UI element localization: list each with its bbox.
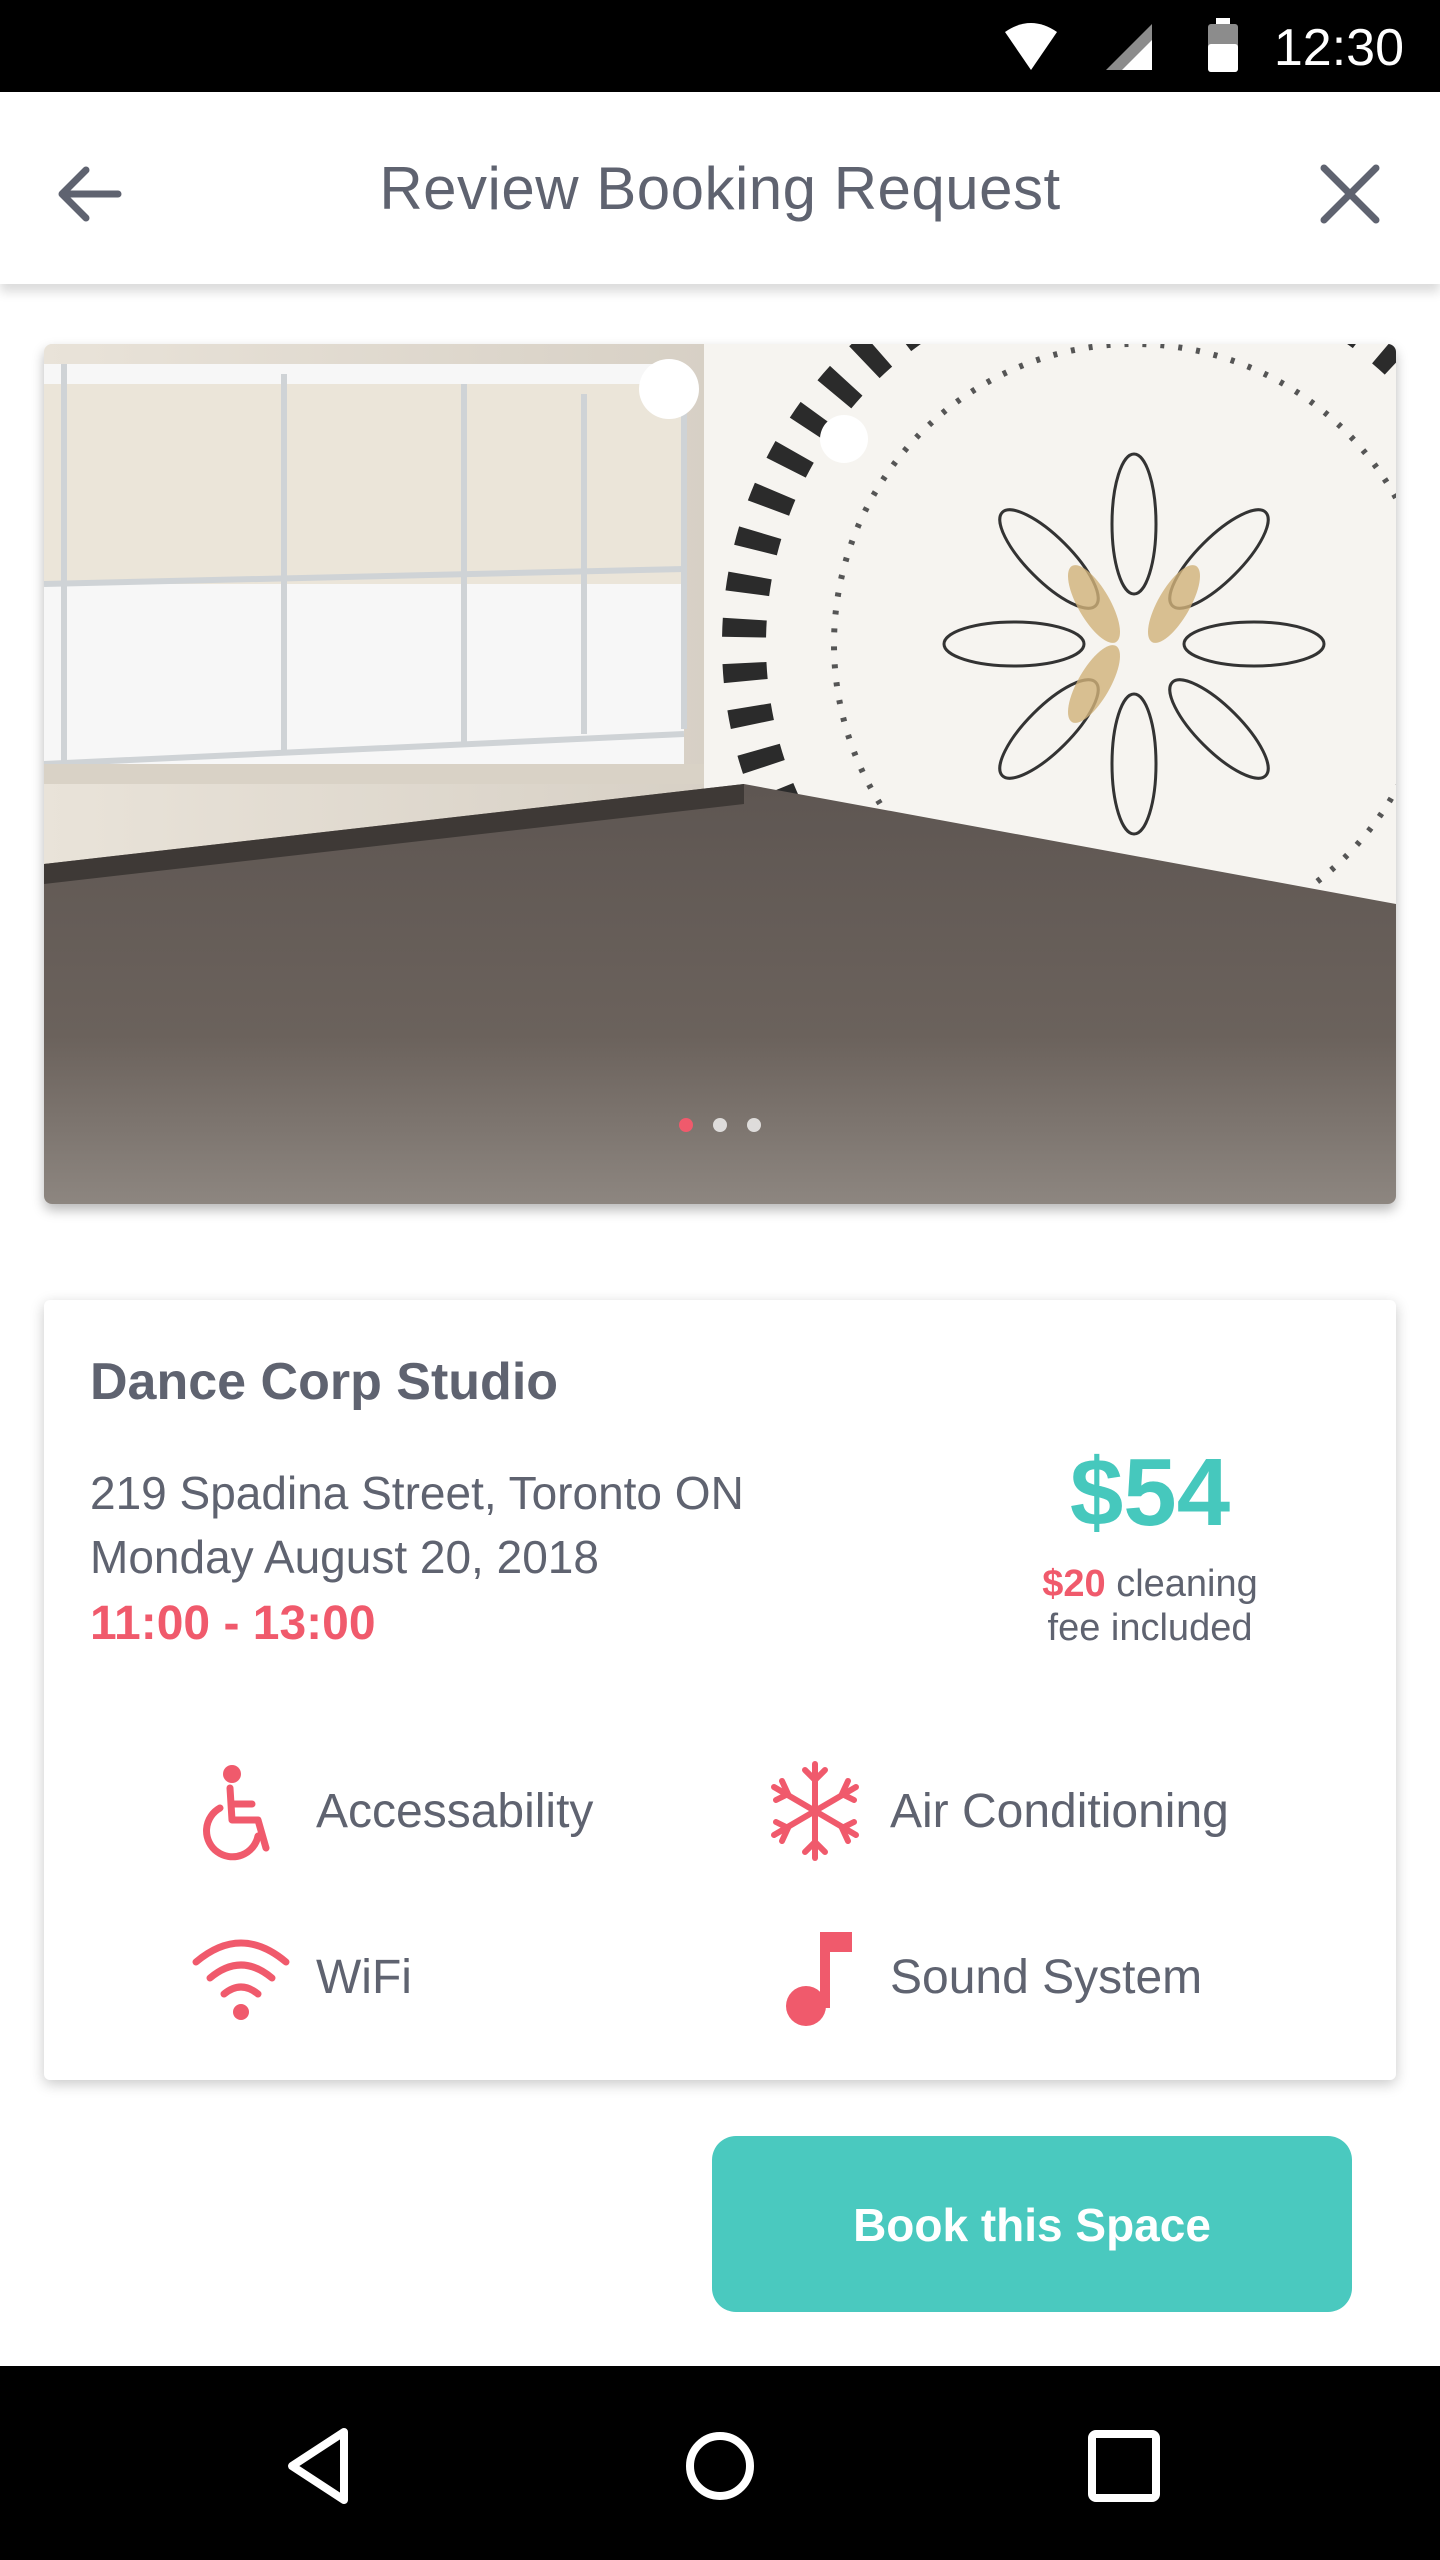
back-triangle-icon[interactable] xyxy=(272,2418,368,2514)
amenity-label: Accessability xyxy=(316,1785,594,1838)
status-time: 12:30 xyxy=(1273,19,1404,77)
amenity-wifi: WiFi xyxy=(186,1922,606,2032)
booking-details-card: Dance Corp Studio 219 Spadina Street, To… xyxy=(44,1300,1396,2080)
pager-dot[interactable] xyxy=(747,1118,761,1132)
cellular-signal-icon xyxy=(1106,24,1152,70)
venue-name: Dance Corp Studio xyxy=(90,1353,559,1411)
amenity-label: Air Conditioning xyxy=(890,1785,1229,1838)
status-bar: 12:30 xyxy=(0,0,1440,92)
amenity-air-conditioning: Air Conditioning xyxy=(760,1756,1320,1866)
music-note-icon xyxy=(786,1932,852,2026)
page-title: Review Booking Request xyxy=(379,155,1061,222)
time-separator: - xyxy=(210,1597,253,1650)
cleaning-fee-amount: $20 xyxy=(1042,1563,1106,1605)
cleaning-fee-note: $20 cleaning fee included xyxy=(964,1562,1336,1650)
price: $54 xyxy=(1069,1439,1231,1546)
time-start: 11:00 xyxy=(90,1597,211,1650)
wifi-icon xyxy=(1005,23,1057,70)
snowflake-icon xyxy=(771,1761,859,1861)
book-space-button[interactable]: Book this Space xyxy=(712,2136,1352,2312)
amenity-label: Sound System xyxy=(890,1951,1203,2004)
system-nav-bar xyxy=(0,2366,1440,2560)
pager-dot[interactable] xyxy=(713,1118,727,1132)
wifi-icon xyxy=(192,1939,290,2020)
booking-time: 11:00 - 13:00 xyxy=(90,1596,376,1651)
cleaning-fee-text: cleaning xyxy=(1105,1563,1258,1605)
recents-square-icon[interactable] xyxy=(1076,2418,1172,2514)
battery-icon xyxy=(1208,18,1238,72)
gallery-pager[interactable] xyxy=(44,1118,1396,1132)
app-bar: Review Booking Request xyxy=(0,92,1440,284)
wheelchair-icon xyxy=(203,1765,270,1861)
pager-dot-active[interactable] xyxy=(679,1118,693,1132)
amenity-sound-system: Sound System xyxy=(760,1922,1320,2032)
close-icon[interactable] xyxy=(1308,152,1392,236)
time-end: 13:00 xyxy=(252,1597,376,1650)
venue-address: 219 Spadina Street, Toronto ON xyxy=(90,1467,744,1519)
studio-photo-illustration xyxy=(44,344,1396,1204)
booking-date: Monday August 20, 2018 xyxy=(90,1531,599,1583)
amenity-label: WiFi xyxy=(316,1951,412,2004)
home-circle-icon[interactable] xyxy=(672,2418,768,2514)
studio-photo[interactable] xyxy=(44,344,1396,1204)
cleaning-fee-text-2: fee included xyxy=(1047,1607,1253,1649)
amenity-accessability: Accessability xyxy=(186,1756,606,1866)
